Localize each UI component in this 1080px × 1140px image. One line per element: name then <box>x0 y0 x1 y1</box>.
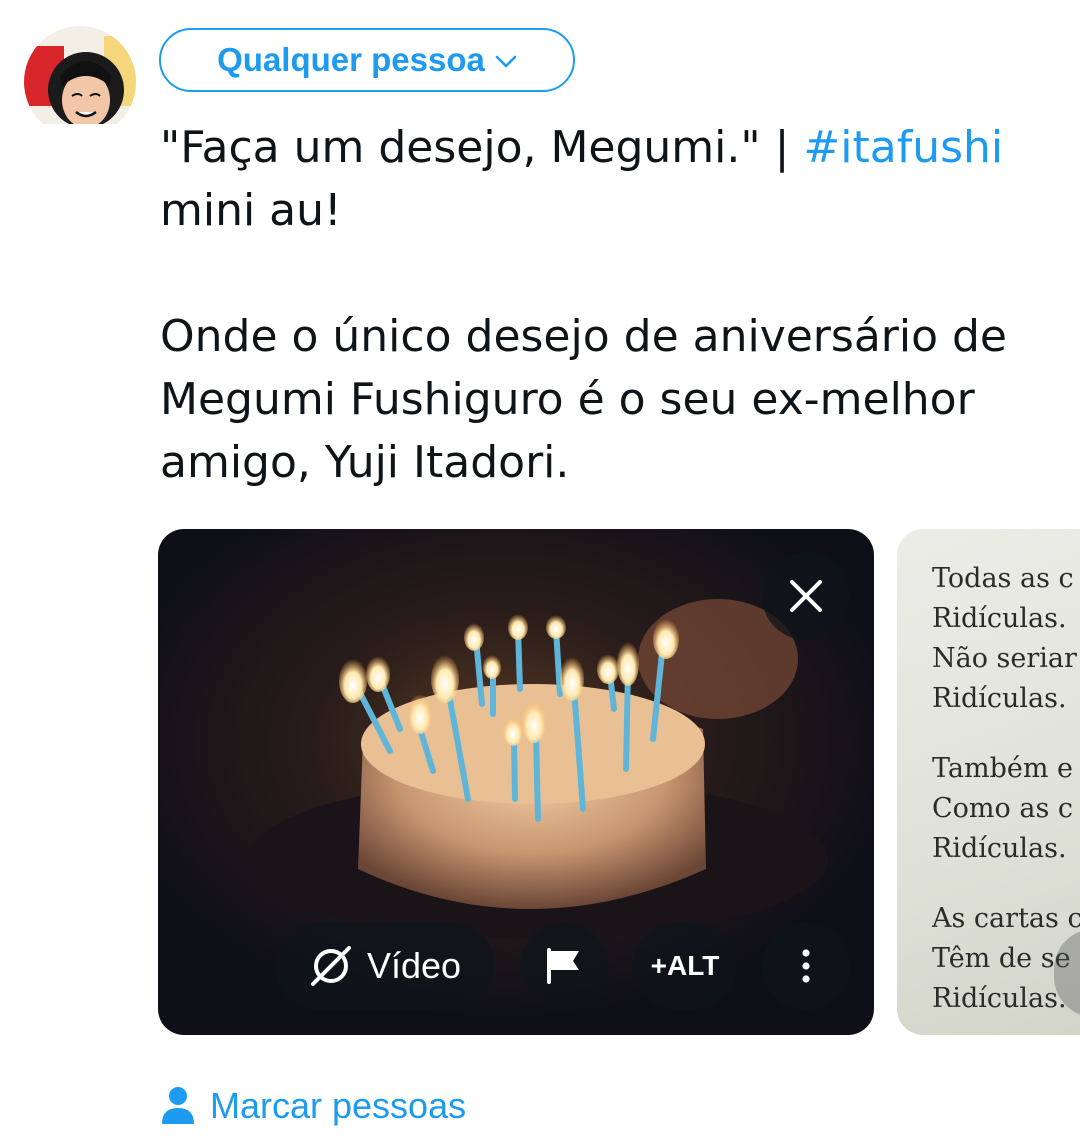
poem-line: Ridículas. <box>932 833 1067 864</box>
person-icon <box>162 1087 194 1124</box>
poem-line: Também e <box>932 753 1074 784</box>
chevron-down-icon <box>495 55 517 68</box>
poem-line: Como as c <box>932 793 1074 824</box>
poem-line: Ridículas. <box>932 683 1067 714</box>
tweet-line-4: Megumi Fushiguro é o seu ex-melhor <box>160 374 975 425</box>
tag-people-label: Marcar pessoas <box>210 1085 467 1126</box>
video-label: Vídeo <box>366 945 462 986</box>
poem-line: Não seriar <box>932 643 1077 674</box>
video-edit-icon <box>310 946 351 986</box>
avatar-image <box>24 26 136 138</box>
poem-line: Ridículas. <box>932 603 1067 634</box>
tweet-line-2: mini au! <box>160 185 342 236</box>
poem-line: As cartas c <box>932 903 1080 934</box>
media-attachment-image[interactable]: Todas as c Ridículas. Não seriar Ridícul… <box>897 529 1080 1035</box>
media-attachment-video[interactable]: Vídeo +ALT <box>158 529 874 1035</box>
tweet-line-5: amigo, Yuji Itadori. <box>160 437 570 488</box>
hashtag-link[interactable]: #itafushi <box>803 122 1003 173</box>
tweet-text-segment: "Faça um desejo, Megumi." | <box>160 122 804 173</box>
close-icon <box>790 580 822 612</box>
alt-label: +ALT <box>650 950 720 981</box>
tweet-text-input[interactable]: "Faça um desejo, Megumi." | #itafushi mi… <box>160 116 1060 494</box>
content-warning-button[interactable] <box>520 922 608 1010</box>
tag-people-button[interactable]: Marcar pessoas <box>160 1080 466 1132</box>
add-alt-text-button[interactable]: +ALT <box>633 922 737 1010</box>
flag-icon <box>547 948 579 984</box>
poem-line: Todas as c <box>932 563 1074 594</box>
more-vertical-icon <box>802 949 810 983</box>
audience-label: Qualquer pessoa <box>217 41 485 78</box>
tweet-line-3: Onde o único desejo de aniversário de <box>160 311 1007 362</box>
tweet-line-1: "Faça um desejo, Megumi." | #itafushi <box>160 116 1060 179</box>
more-options-button[interactable] <box>762 922 850 1010</box>
audience-selector-button[interactable]: Qualquer pessoa <box>159 28 575 92</box>
video-edit-button[interactable]: Vídeo <box>275 922 495 1010</box>
avatar[interactable] <box>24 26 136 138</box>
remove-media-button[interactable] <box>762 552 850 640</box>
